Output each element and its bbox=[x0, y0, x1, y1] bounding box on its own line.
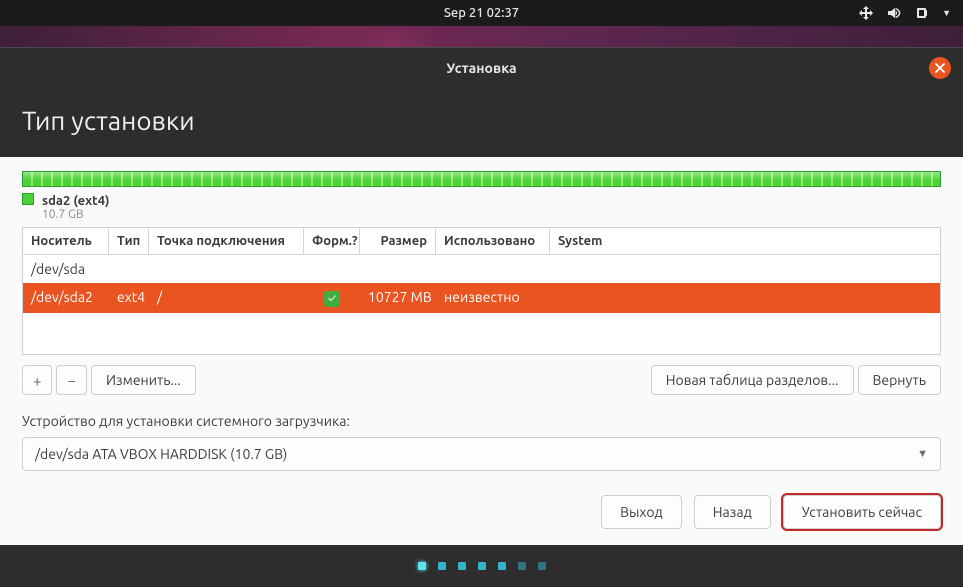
battery-icon bbox=[914, 5, 930, 21]
legend-swatch bbox=[22, 193, 34, 205]
page-indicator bbox=[0, 545, 963, 587]
dot[interactable] bbox=[478, 562, 486, 570]
table-row[interactable]: /dev/sda2 ext4 / ✓ 10727 MB неизвестно bbox=[23, 283, 940, 313]
chevron-down-icon: ▼ bbox=[942, 8, 951, 18]
bootloader-label: Устройство для установки системного загр… bbox=[22, 413, 941, 429]
table-header: Носитель Тип Точка подключения Форм.? Ра… bbox=[23, 228, 940, 255]
dot[interactable] bbox=[498, 562, 506, 570]
bootloader-selected: /dev/sda ATA VBOX HARDDISK (10.7 GB) bbox=[35, 446, 287, 462]
plus-icon: + bbox=[33, 372, 41, 389]
partition-table[interactable]: Носитель Тип Точка подключения Форм.? Ра… bbox=[22, 227, 941, 355]
system-tray[interactable]: ▼ bbox=[858, 0, 951, 26]
quit-button[interactable]: Выход bbox=[601, 495, 682, 529]
col-device[interactable]: Носитель bbox=[23, 228, 109, 254]
window-title: Установка bbox=[446, 60, 516, 76]
cell-type: ext4 bbox=[109, 287, 149, 309]
cell-mount: / bbox=[149, 287, 304, 309]
clock[interactable]: Sep 21 02:37 bbox=[444, 6, 519, 20]
page-title: Тип установки bbox=[22, 106, 941, 135]
installer-window: Установка Тип установки sda2 (ext4) 10.7… bbox=[0, 47, 963, 587]
content-area: sda2 (ext4) 10.7 GB Носитель Тип Точка п… bbox=[0, 157, 963, 545]
cell-device: /dev/sda2 bbox=[23, 287, 109, 309]
cell-system bbox=[550, 287, 940, 309]
cell-size: 10727 MB bbox=[360, 287, 436, 309]
gnome-top-panel: Sep 21 02:37 ▼ bbox=[0, 0, 963, 26]
close-button[interactable] bbox=[929, 57, 951, 79]
check-icon: ✓ bbox=[324, 291, 340, 307]
legend-size: 10.7 GB bbox=[42, 208, 941, 221]
change-partition-button[interactable]: Изменить... bbox=[91, 365, 196, 395]
network-icon bbox=[858, 5, 874, 21]
dot[interactable] bbox=[458, 562, 466, 570]
col-used[interactable]: Использовано bbox=[436, 228, 550, 254]
disk-usage-bar[interactable] bbox=[22, 171, 941, 187]
remove-partition-button[interactable]: − bbox=[56, 365, 86, 395]
minus-icon: − bbox=[67, 372, 75, 389]
col-type[interactable]: Тип bbox=[109, 228, 149, 254]
install-now-button[interactable]: Установить сейчас bbox=[783, 495, 941, 529]
close-icon bbox=[935, 63, 945, 73]
revert-button[interactable]: Вернуть bbox=[858, 365, 942, 395]
dot[interactable] bbox=[538, 562, 546, 570]
wizard-actions: Выход Назад Установить сейчас bbox=[22, 495, 941, 529]
dot[interactable] bbox=[438, 562, 446, 570]
dot[interactable] bbox=[418, 562, 426, 570]
window-titlebar: Установка bbox=[0, 48, 963, 88]
col-format[interactable]: Форм.? bbox=[304, 228, 360, 254]
table-row[interactable]: /dev/sda bbox=[23, 255, 940, 283]
add-partition-button[interactable]: + bbox=[22, 365, 52, 395]
disk-legend: sda2 (ext4) bbox=[22, 193, 941, 208]
legend-label: sda2 (ext4) bbox=[42, 194, 110, 208]
partition-toolbar: + − Изменить... Новая таблица разделов..… bbox=[22, 365, 941, 395]
back-button[interactable]: Назад bbox=[694, 495, 771, 529]
col-system[interactable]: System bbox=[550, 228, 940, 254]
cell-used: неизвестно bbox=[436, 287, 550, 309]
cell-format: ✓ bbox=[304, 287, 360, 309]
new-partition-table-button[interactable]: Новая таблица разделов... bbox=[651, 365, 854, 395]
col-mount[interactable]: Точка подключения bbox=[149, 228, 304, 254]
col-size[interactable]: Размер bbox=[360, 228, 436, 254]
bootloader-device-select[interactable]: /dev/sda ATA VBOX HARDDISK (10.7 GB) ▼ bbox=[22, 437, 941, 471]
desktop-background bbox=[0, 26, 963, 47]
volume-icon bbox=[886, 5, 902, 21]
chevron-down-icon: ▼ bbox=[917, 448, 928, 460]
cell-device: /dev/sda bbox=[23, 259, 93, 279]
dot[interactable] bbox=[518, 562, 526, 570]
